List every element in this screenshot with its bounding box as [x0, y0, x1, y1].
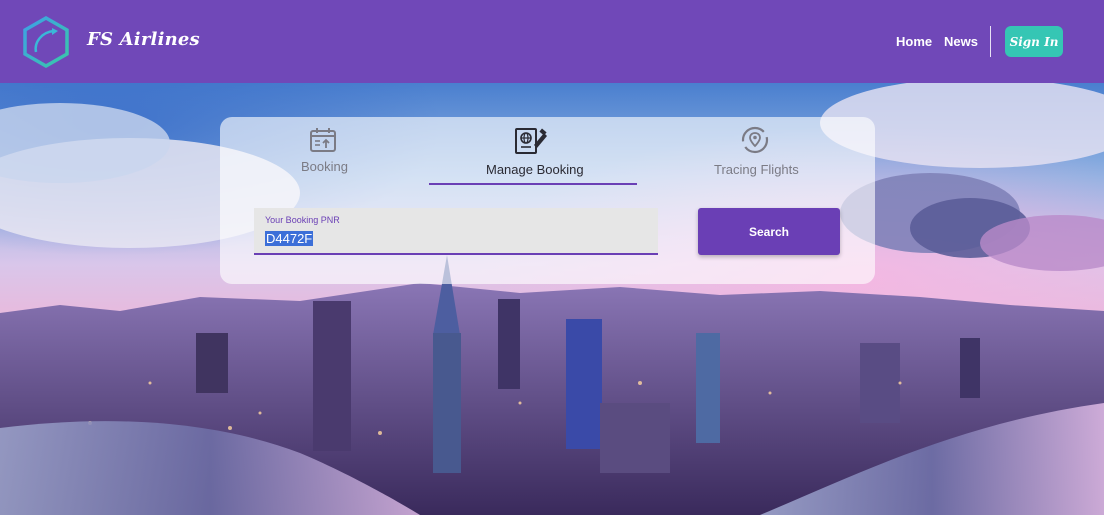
nav-divider — [990, 26, 991, 57]
top-navigation-bar: FS Airlines Home News Sign In — [0, 0, 1104, 83]
tab-booking[interactable]: Booking — [280, 117, 370, 185]
search-button[interactable]: Search — [698, 208, 840, 255]
active-tab-indicator — [429, 183, 637, 185]
nav-news-link[interactable]: News — [944, 34, 978, 49]
pnr-field-label: Your Booking PNR — [265, 215, 340, 225]
tab-manage-booking[interactable]: Manage Booking — [429, 117, 637, 185]
globe-document-icon — [514, 127, 548, 160]
tab-manage-booking-label: Manage Booking — [486, 162, 584, 177]
tab-booking-label: Booking — [301, 159, 348, 174]
tab-tracing-flights-label: Tracing Flights — [714, 162, 799, 177]
pnr-input-value: D4472F — [265, 231, 314, 246]
location-pin-circle-icon — [741, 126, 769, 159]
plane-hexagon-logo-icon[interactable] — [22, 15, 70, 69]
manage-booking-panel: Booking Manage Booking Tracing Flights Y… — [220, 117, 875, 284]
nav-home-link[interactable]: Home — [896, 34, 932, 49]
calendar-upload-icon — [309, 127, 337, 158]
tab-tracing-flights[interactable]: Tracing Flights — [700, 117, 820, 185]
brand-name[interactable]: FS Airlines — [87, 29, 200, 50]
pnr-input[interactable]: D4472F — [265, 231, 645, 248]
sign-in-button[interactable]: Sign In — [1005, 26, 1063, 57]
pnr-field[interactable]: Your Booking PNR D4472F — [254, 208, 658, 255]
